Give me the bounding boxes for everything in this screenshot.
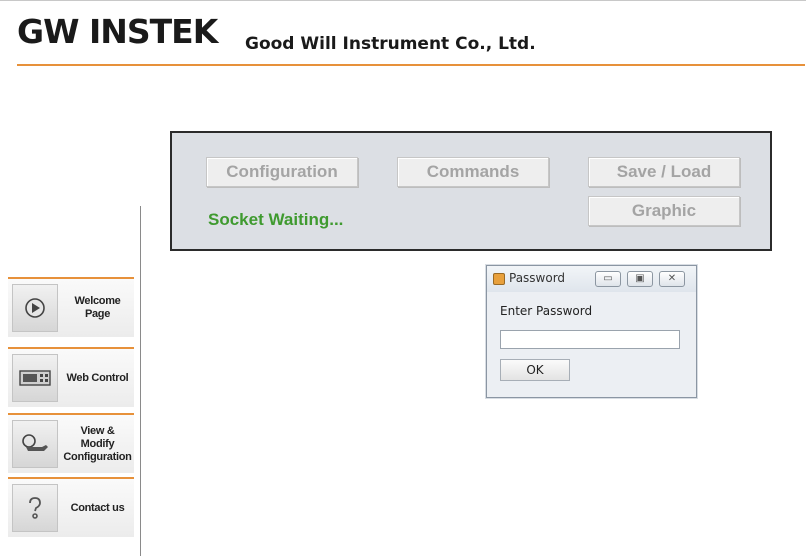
maximize-button[interactable]: ▣ xyxy=(627,271,653,287)
sidebar-item-contact-us[interactable]: Contact us xyxy=(8,477,134,537)
sidebar-divider xyxy=(140,206,141,556)
question-icon xyxy=(12,484,58,532)
sidebar-item-label: Web Control xyxy=(66,371,129,384)
sidebar-item-label: Contact us xyxy=(70,501,125,514)
configuration-button[interactable]: Configuration xyxy=(206,157,358,187)
gw-instek-logo: GW INSTEK xyxy=(17,12,218,51)
sidebar-item-label: View & Modify Configuration xyxy=(63,424,132,463)
control-panel: Configuration Commands Save / Load Graph… xyxy=(170,131,772,251)
sidebar-item-label: Welcome Page xyxy=(74,295,121,320)
enter-password-label: Enter Password xyxy=(500,304,593,318)
dialog-title-bar[interactable]: Password ▭ ▣ ✕ xyxy=(487,266,696,292)
java-icon xyxy=(493,273,505,285)
company-name: Good Will Instrument Co., Ltd. xyxy=(245,34,536,54)
sidebar-item-web-control[interactable]: Web Control xyxy=(8,347,134,407)
dialog-title: Password xyxy=(509,271,566,285)
sidebar-item-view-modify-configuration[interactable]: View & Modify Configuration xyxy=(8,413,134,473)
commands-button[interactable]: Commands xyxy=(397,157,549,187)
socket-status-text: Socket Waiting... xyxy=(208,210,344,229)
instrument-icon xyxy=(12,354,58,402)
play-icon xyxy=(12,284,58,332)
close-button[interactable]: ✕ xyxy=(659,271,685,287)
password-field[interactable] xyxy=(500,330,680,349)
password-dialog: Password ▭ ▣ ✕ Enter Password OK xyxy=(486,265,697,398)
ok-button[interactable]: OK xyxy=(500,359,570,381)
sidebar-item-welcome-page[interactable]: Welcome Page xyxy=(8,277,134,337)
minimize-button[interactable]: ▭ xyxy=(595,271,621,287)
top-border xyxy=(0,0,806,1)
graphic-button[interactable]: Graphic xyxy=(588,196,740,226)
logo-text: GW INSTEK xyxy=(17,12,218,51)
header-divider xyxy=(17,64,805,66)
hand-pointer-icon xyxy=(12,420,58,468)
save-load-button[interactable]: Save / Load xyxy=(588,157,740,187)
